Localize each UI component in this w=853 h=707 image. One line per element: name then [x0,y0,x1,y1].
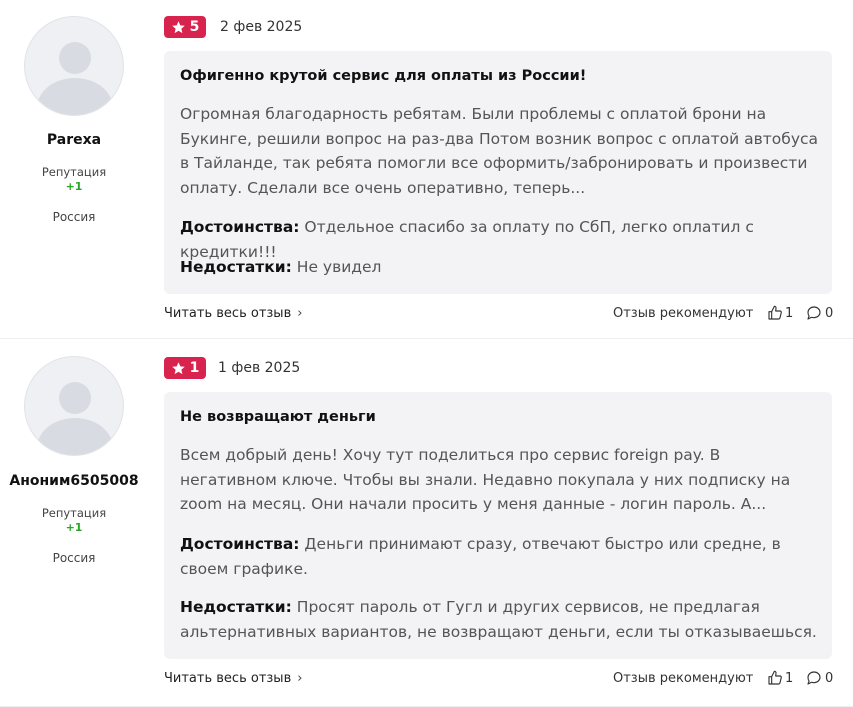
reputation-label: Репутация [41,165,107,179]
comment-icon [807,671,821,685]
avatar[interactable] [24,16,124,116]
recommend-label: Отзыв рекомендуют [613,671,754,686]
reputation-value: +1 [65,180,83,193]
country: Россия [52,551,96,565]
comments-button[interactable]: 0 [806,305,833,321]
username[interactable]: Аноним6505008 [0,473,148,489]
rating-badge: 1 [164,357,206,379]
rating-badge: 5 [164,16,206,38]
reputation-value: +1 [65,521,83,534]
cons-text: Не увидел [296,258,382,276]
recommend-label: Отзыв рекомендуют [613,306,754,321]
like-button[interactable]: 1 [767,305,793,321]
review-item: Аноним6505008 Репутация +1 Россия 1 1 фе… [0,340,853,707]
comments-button[interactable]: 0 [806,670,833,686]
chevron-right-icon: › [297,671,303,686]
review-card: Не возвращают деньги Всем добрый день! Х… [164,392,832,659]
like-count: 1 [785,670,794,686]
like-button[interactable]: 1 [767,670,793,686]
pros-label: Достоинства: [180,535,300,553]
reputation-label: Репутация [41,506,107,520]
star-icon [171,20,185,33]
rating-value: 5 [189,19,200,35]
comment-count: 0 [825,670,834,686]
read-full-review-link[interactable]: Читать весь отзыв › [164,306,302,321]
username[interactable]: Parexa [0,132,148,148]
review-cons: Недостатки: Просят пароль от Гугл и друг… [180,595,820,644]
pros-label: Достоинства: [180,218,300,236]
star-icon [171,361,185,374]
review-item: Parexa Репутация +1 Россия 5 2 фев 2025 … [0,0,853,339]
review-text: Всем добрый день! Хочу тут поделиться пр… [180,446,791,513]
review-card: Офигенно крутой сервис для оплаты из Рос… [164,51,832,294]
review-pros: Достоинства: Деньги принимают сразу, отв… [180,532,820,581]
thumbs-up-icon [768,305,782,320]
cons-label: Недостатки: [180,258,292,276]
thumbs-up-icon [768,670,782,685]
like-count: 1 [785,305,794,321]
cons-label: Недостатки: [180,598,292,616]
read-more-label: Читать весь отзыв [164,306,292,321]
avatar[interactable] [24,356,124,456]
country: Россия [52,210,96,224]
review-title[interactable]: Офигенно крутой сервис для оплаты из Рос… [180,68,586,84]
review-title[interactable]: Не возвращают деньги [180,409,376,425]
comment-count: 0 [825,305,834,321]
review-cons: Недостатки: Не увидел [180,255,820,280]
read-full-review-link[interactable]: Читать весь отзыв › [164,671,302,686]
read-more-label: Читать весь отзыв [164,671,292,686]
chevron-right-icon: › [297,306,303,321]
comment-icon [807,306,821,320]
rating-value: 1 [189,360,200,376]
review-date: 2 фев 2025 [220,19,303,35]
review-text: Огромная благодарность ребятам. Были про… [180,105,819,197]
review-date: 1 фев 2025 [218,360,301,376]
